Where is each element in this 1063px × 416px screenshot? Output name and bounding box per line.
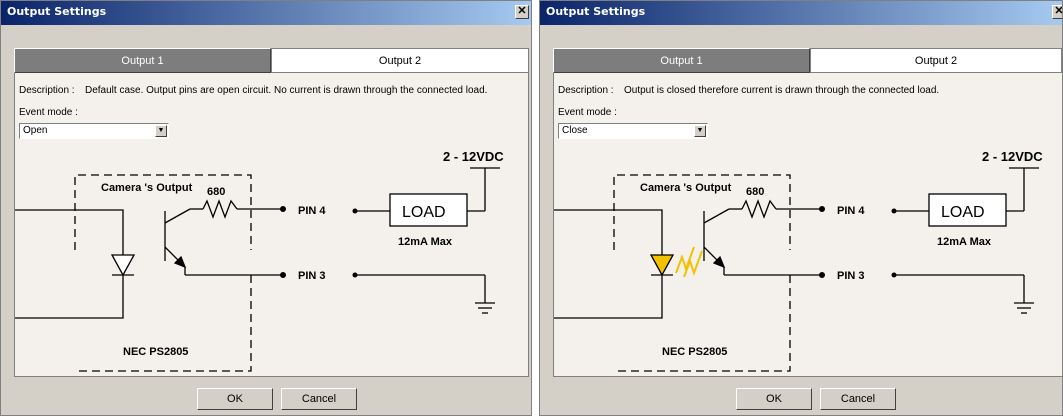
resistor-680 (202, 199, 238, 219)
pin4-label: PIN 4 (298, 205, 326, 217)
pin4-label: PIN 4 (837, 205, 865, 217)
load-label: LOAD (941, 204, 985, 221)
supply-voltage-label: 2 - 12VDC (982, 149, 1043, 164)
event-mode-value: Open (23, 125, 48, 136)
description-row: Description : Default case. Output pins a… (19, 85, 487, 96)
dialog-title: Output Settings (7, 5, 107, 18)
event-mode-select[interactable]: Close ▼ (558, 123, 708, 139)
tab-bar: Output 1 Output 2 (14, 48, 529, 73)
load-terminal (891, 208, 897, 214)
event-mode-select[interactable]: Open ▼ (19, 123, 169, 139)
title-bar[interactable]: Output Settings ✕ (540, 1, 1062, 25)
close-icon[interactable]: ✕ (1052, 5, 1062, 19)
cancel-button[interactable]: Cancel (281, 388, 357, 410)
ground-terminal (891, 272, 897, 278)
description-label: Description : (19, 85, 75, 96)
tab-bar: Output 1 Output 2 (553, 48, 1062, 73)
transistor-collector (703, 208, 730, 224)
led-wire (15, 209, 124, 319)
cancel-button[interactable]: Cancel (820, 388, 896, 410)
ok-button[interactable]: OK (736, 388, 812, 410)
output-circuit-diagram: Camera 's Output 680 PIN 4 PIN 3 LOAD 12… (15, 149, 504, 372)
pin3-terminal (280, 272, 286, 278)
title-bar[interactable]: Output Settings ✕ (1, 1, 531, 25)
pin4-terminal (280, 206, 286, 212)
resistor-label: 680 (746, 186, 764, 198)
transistor-collector (164, 208, 191, 224)
description-label: Description : (558, 85, 614, 96)
tab-content-panel: Description : Output is closed therefore … (553, 73, 1062, 377)
load-label: LOAD (402, 204, 446, 221)
resistor-label: 680 (207, 186, 225, 198)
tab-output-1[interactable]: Output 1 (553, 48, 810, 73)
pin3-label: PIN 3 (298, 270, 326, 282)
chevron-down-icon[interactable]: ▼ (694, 125, 706, 137)
camera-output-label: Camera 's Output (101, 182, 193, 194)
led-diode (110, 254, 136, 277)
dialog-title: Output Settings (546, 5, 646, 18)
output-settings-dialog: Output Settings ✕ Output 1 Output 2 Desc… (0, 0, 532, 416)
chevron-down-icon[interactable]: ▼ (155, 125, 167, 137)
close-icon[interactable]: ✕ (515, 5, 529, 19)
event-mode-value: Close (562, 125, 588, 136)
pin3-terminal (819, 272, 825, 278)
output-settings-dialog: Output Settings ✕ Output 1 Output 2 Desc… (539, 0, 1063, 416)
ground-terminal (352, 272, 358, 278)
resistor-680 (741, 199, 777, 219)
ok-button[interactable]: OK (197, 388, 273, 410)
load-terminal (352, 208, 358, 214)
output-circuit-diagram: Camera 's Output 680 PIN 4 PIN 3 LOAD 12… (554, 149, 1043, 372)
description-row: Description : Output is closed therefore … (558, 85, 939, 96)
supply-voltage-label: 2 - 12VDC (443, 149, 504, 164)
event-mode-label: Event mode : (558, 107, 617, 118)
pin4-terminal (819, 206, 825, 212)
tab-output-1[interactable]: Output 1 (14, 48, 271, 73)
tab-content-panel: Description : Default case. Output pins a… (14, 73, 529, 377)
light-emission-icon (675, 246, 703, 278)
tab-output-2[interactable]: Output 2 (810, 48, 1062, 73)
load-limit-label: 12mA Max (937, 236, 992, 248)
chip-label: NEC PS2805 (662, 346, 727, 358)
event-mode-label: Event mode : (19, 107, 78, 118)
description-text: Default case. Output pins are open circu… (85, 85, 488, 96)
load-limit-label: 12mA Max (398, 236, 453, 248)
led-diode-lit (649, 254, 675, 277)
led-wire (554, 209, 663, 319)
pin3-label: PIN 3 (837, 270, 865, 282)
description-text: Output is closed therefore current is dr… (624, 85, 940, 96)
tab-output-2[interactable]: Output 2 (271, 48, 529, 73)
chip-label: NEC PS2805 (123, 346, 188, 358)
camera-output-label: Camera 's Output (640, 182, 732, 194)
